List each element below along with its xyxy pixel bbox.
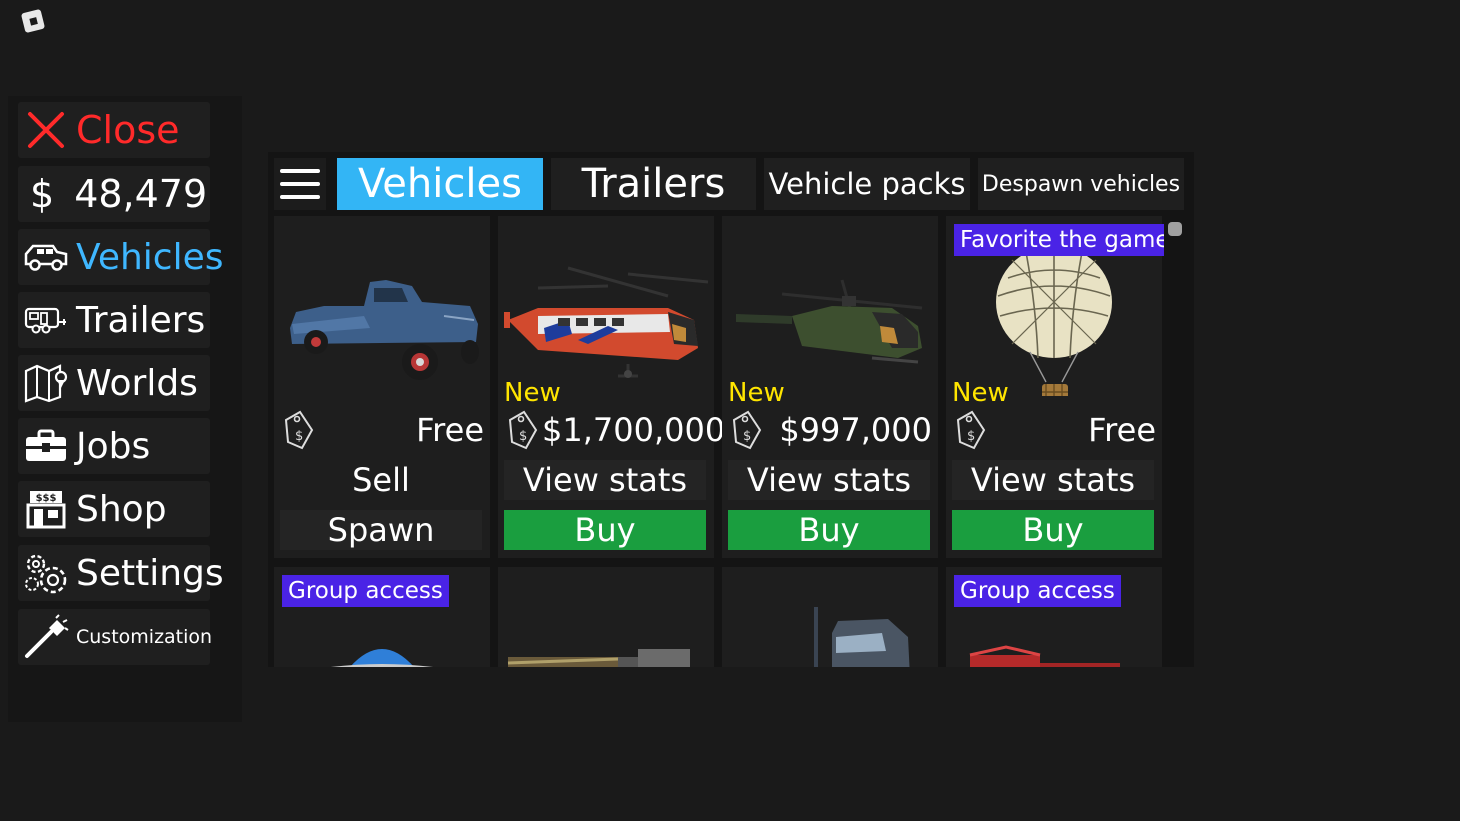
svg-text:$$$: $$$ bbox=[36, 493, 57, 504]
price-row: $ Free bbox=[280, 408, 484, 452]
price-tag-icon: $ bbox=[728, 408, 766, 452]
price-tag-icon: $ bbox=[280, 408, 318, 452]
currency-symbol: $ bbox=[30, 172, 55, 216]
buy-button[interactable]: Buy bbox=[952, 510, 1154, 550]
tab-bar: Vehicles Trailers Vehicle packs Despawn … bbox=[268, 152, 1194, 216]
view-stats-button[interactable]: View stats bbox=[504, 460, 706, 500]
new-label: New bbox=[504, 378, 561, 408]
svg-text:$: $ bbox=[967, 429, 975, 444]
green-helicopter-image[interactable] bbox=[722, 216, 938, 396]
sidebar-item-worlds[interactable]: Worlds bbox=[18, 355, 210, 411]
sidebar: Close $ 48,479 Vehicles Trailers Worlds … bbox=[8, 96, 242, 722]
buy-button[interactable]: Buy bbox=[728, 510, 930, 550]
buy-button[interactable]: Buy bbox=[504, 510, 706, 550]
sidebar-item-label: Jobs bbox=[76, 425, 151, 467]
favorite-the-game-badge: Favorite the game bbox=[954, 224, 1164, 256]
hamburger-menu-icon[interactable] bbox=[274, 158, 326, 210]
paintbrush-icon bbox=[22, 613, 70, 661]
sidebar-item-jobs[interactable]: Jobs bbox=[18, 418, 210, 474]
roblox-logo-icon[interactable] bbox=[20, 8, 46, 34]
blue-dome-image[interactable] bbox=[274, 623, 490, 667]
vehicle-card: Group access bbox=[274, 567, 490, 667]
group-access-badge: Group access bbox=[954, 575, 1121, 607]
close-label: Close bbox=[76, 108, 180, 152]
money-value: 48,479 bbox=[74, 172, 208, 216]
vehicle-card: Favorite the game New $ Free View stats … bbox=[946, 216, 1164, 558]
tab-trailers[interactable]: Trailers bbox=[551, 158, 756, 210]
sidebar-item-settings[interactable]: Settings bbox=[18, 545, 224, 601]
vehicle-card: New $ $997,000 View stats Buy bbox=[722, 216, 938, 558]
vehicle-card bbox=[498, 567, 714, 667]
sell-button[interactable]: Sell bbox=[280, 460, 482, 500]
sidebar-item-label: Shop bbox=[76, 488, 167, 530]
flatbed-trailer-image[interactable] bbox=[498, 623, 714, 667]
new-label: New bbox=[728, 378, 785, 408]
close-button[interactable]: Close bbox=[18, 102, 210, 158]
briefcase-icon bbox=[22, 422, 70, 470]
gears-icon bbox=[22, 549, 70, 597]
trailer-icon bbox=[22, 296, 70, 344]
svg-text:$: $ bbox=[519, 429, 527, 444]
price-row: $ $997,000 bbox=[728, 408, 932, 452]
sidebar-item-label: Customization bbox=[76, 626, 213, 648]
sidebar-item-label: Vehicles bbox=[76, 236, 224, 278]
sidebar-item-label: Settings bbox=[76, 552, 224, 594]
new-label: New bbox=[952, 378, 1009, 408]
sidebar-item-label: Trailers bbox=[76, 299, 206, 341]
vehicle-price: Free bbox=[416, 411, 484, 449]
vehicle-card: Group access bbox=[946, 567, 1162, 667]
red-crane-image[interactable] bbox=[946, 623, 1162, 667]
view-stats-button[interactable]: View stats bbox=[728, 460, 930, 500]
tab-vehicles[interactable]: Vehicles bbox=[337, 158, 543, 210]
shop-icon: $$$ bbox=[22, 485, 70, 533]
tab-vehicle-packs[interactable]: Vehicle packs bbox=[764, 158, 970, 210]
map-icon bbox=[22, 359, 70, 407]
money-display: $ 48,479 bbox=[18, 166, 210, 222]
vehicle-card: New $ $1,700,000 View stats Buy bbox=[498, 216, 725, 558]
group-access-badge: Group access bbox=[282, 575, 449, 607]
price-tag-icon: $ bbox=[504, 408, 542, 452]
jeep-icon bbox=[22, 233, 70, 281]
sidebar-item-label: Worlds bbox=[76, 362, 198, 404]
vehicle-card bbox=[722, 567, 938, 667]
vehicle-price: $1,700,000 bbox=[542, 411, 726, 449]
close-icon bbox=[22, 106, 70, 154]
svg-text:$: $ bbox=[743, 429, 751, 444]
tab-despawn-vehicles[interactable]: Despawn vehicles bbox=[978, 158, 1184, 210]
semi-truck-image[interactable] bbox=[722, 593, 938, 667]
svg-text:$: $ bbox=[295, 429, 303, 444]
vehicle-price: $997,000 bbox=[779, 411, 932, 449]
price-tag-icon: $ bbox=[952, 408, 990, 452]
vehicle-card: $ Free Sell Spawn bbox=[274, 216, 490, 558]
sidebar-item-vehicles[interactable]: Vehicles bbox=[18, 229, 224, 285]
sidebar-item-customization[interactable]: Customization bbox=[18, 609, 213, 665]
sidebar-item-shop[interactable]: $$$ Shop bbox=[18, 481, 210, 537]
view-stats-button[interactable]: View stats bbox=[952, 460, 1154, 500]
red-helicopter-image[interactable] bbox=[498, 216, 714, 396]
price-row: $ $1,700,000 bbox=[504, 408, 725, 452]
vehicle-panel: Vehicles Trailers Vehicle packs Despawn … bbox=[268, 152, 1194, 667]
scrollbar-thumb[interactable] bbox=[1168, 222, 1182, 236]
spawn-button[interactable]: Spawn bbox=[280, 510, 482, 550]
price-row: $ Free bbox=[952, 408, 1156, 452]
vehicle-price: Free bbox=[1088, 411, 1156, 449]
pickup-truck-image[interactable] bbox=[274, 216, 490, 396]
vehicle-grid: $ Free Sell Spawn New $ $1,700,000 View … bbox=[274, 216, 1164, 667]
sidebar-item-trailers[interactable]: Trailers bbox=[18, 292, 210, 348]
